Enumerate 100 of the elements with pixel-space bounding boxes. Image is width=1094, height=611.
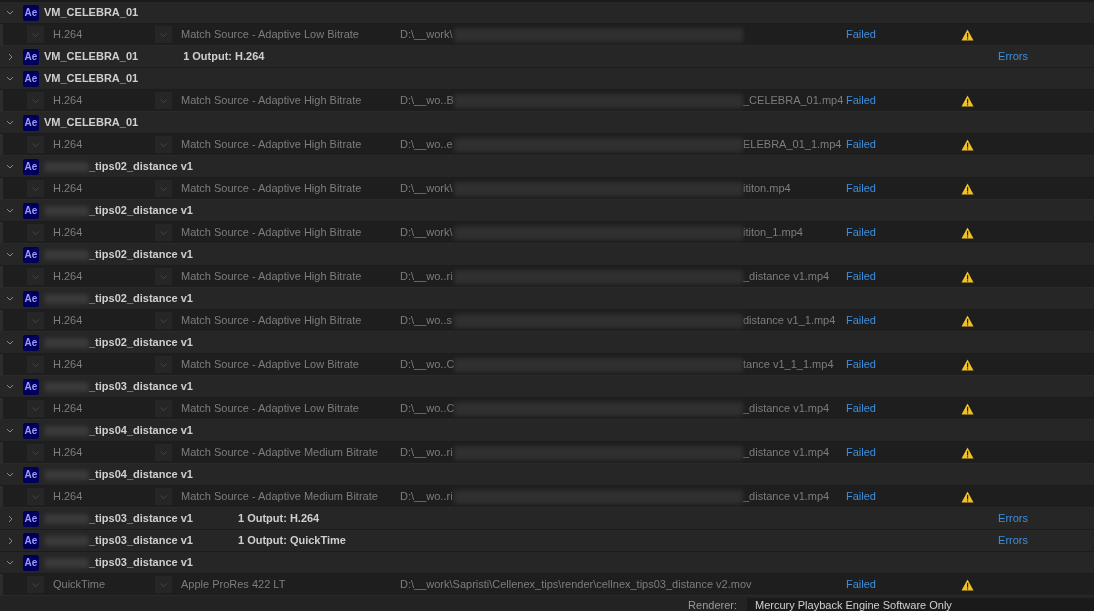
format-label[interactable]: H.264 bbox=[53, 92, 155, 109]
source-name: _tips02_distance v1 bbox=[89, 291, 193, 307]
preset-label[interactable]: Match Source - Adaptive High Bitrate bbox=[181, 92, 400, 109]
output-path[interactable]: _CELEBRA_01.mp4 bbox=[743, 92, 844, 109]
dropdown-toggle[interactable] bbox=[27, 444, 44, 461]
format-label[interactable]: H.264 bbox=[53, 224, 155, 241]
dropdown-toggle[interactable] bbox=[27, 576, 44, 593]
output-path[interactable]: distance v1_1.mp4 bbox=[743, 312, 836, 329]
preset-label[interactable]: Match Source - Adaptive High Bitrate bbox=[181, 136, 400, 153]
dropdown-toggle[interactable] bbox=[27, 268, 44, 285]
output-path[interactable]: ititon.mp4 bbox=[743, 180, 791, 197]
format-label[interactable]: H.264 bbox=[53, 312, 155, 329]
preset-label[interactable]: Apple ProRes 422 LT bbox=[181, 576, 400, 593]
output-path[interactable]: _distance v1.mp4 bbox=[743, 444, 830, 461]
output-path[interactable]: D:\__wo..ri bbox=[400, 268, 454, 285]
status-link[interactable]: Failed bbox=[846, 356, 961, 373]
output-path[interactable]: _distance v1.mp4 bbox=[743, 488, 830, 505]
dropdown-toggle[interactable] bbox=[155, 136, 172, 153]
format-label[interactable]: H.264 bbox=[53, 488, 155, 505]
format-label[interactable]: H.264 bbox=[53, 268, 155, 285]
preset-label[interactable]: Match Source - Adaptive Medium Bitrate bbox=[181, 488, 400, 505]
dropdown-toggle[interactable] bbox=[27, 26, 44, 43]
format-label[interactable]: H.264 bbox=[53, 136, 155, 153]
output-path[interactable]: D:\__wo..ri bbox=[400, 488, 454, 505]
app-badge: Ae bbox=[23, 70, 39, 87]
status-link[interactable]: Failed bbox=[846, 488, 961, 505]
dropdown-toggle[interactable] bbox=[27, 356, 44, 373]
output-path[interactable]: _distance v1.mp4 bbox=[743, 268, 830, 285]
errors-link[interactable]: Errors bbox=[998, 532, 1028, 549]
output-path[interactable]: D:\__wo..B bbox=[400, 92, 454, 109]
output-path[interactable]: D:\__work\Sapristi\Cellenex_tips\render\cellnex_tips03_distance v2.mov bbox=[400, 576, 752, 593]
dropdown-toggle[interactable] bbox=[155, 312, 172, 329]
dropdown-toggle[interactable] bbox=[155, 576, 172, 593]
status-link[interactable]: Failed bbox=[846, 180, 961, 197]
dropdown-toggle[interactable] bbox=[155, 444, 172, 461]
dropdown-toggle[interactable] bbox=[155, 180, 172, 197]
output-path[interactable]: tance v1_1_1.mp4 bbox=[743, 356, 834, 373]
output-path[interactable]: ititon_1.mp4 bbox=[743, 224, 803, 241]
dropdown-toggle[interactable] bbox=[155, 224, 172, 241]
dropdown-toggle[interactable] bbox=[155, 356, 172, 373]
preset-label[interactable]: Match Source - Adaptive High Bitrate bbox=[181, 224, 400, 241]
app-badge: Ae bbox=[23, 48, 39, 65]
warning-icon bbox=[961, 94, 974, 107]
dropdown-toggle[interactable] bbox=[155, 400, 172, 417]
output-path[interactable]: D:\__wo..e bbox=[400, 136, 454, 153]
caret-down-icon bbox=[160, 582, 167, 587]
preset-label[interactable]: Match Source - Adaptive High Bitrate bbox=[181, 312, 400, 329]
dropdown-toggle[interactable] bbox=[27, 400, 44, 417]
preset-label[interactable]: Match Source - Adaptive High Bitrate bbox=[181, 268, 400, 285]
warning-icon bbox=[961, 28, 974, 41]
app-badge: Ae bbox=[23, 422, 39, 439]
output-path[interactable]: D:\__wo..ri bbox=[400, 444, 454, 461]
status-link[interactable]: Failed bbox=[846, 444, 961, 461]
preset-label[interactable]: Match Source - Adaptive Low Bitrate bbox=[181, 356, 400, 373]
status-link[interactable]: Failed bbox=[846, 268, 961, 285]
output-path[interactable]: D:\__work\ bbox=[400, 224, 454, 241]
chevron-down-icon bbox=[6, 560, 14, 565]
output-path[interactable]: D:\__work\ bbox=[400, 26, 454, 43]
dropdown-toggle[interactable] bbox=[155, 268, 172, 285]
preset-label[interactable]: Match Source - Adaptive Low Bitrate bbox=[181, 26, 400, 43]
dropdown-toggle[interactable] bbox=[27, 92, 44, 109]
dropdown-toggle[interactable] bbox=[155, 488, 172, 505]
dropdown-toggle[interactable] bbox=[27, 224, 44, 241]
dropdown-toggle[interactable] bbox=[27, 180, 44, 197]
status-link[interactable]: Failed bbox=[846, 400, 961, 417]
chevron-down-icon bbox=[6, 296, 14, 301]
app-badge: Ae bbox=[23, 554, 39, 571]
output-path[interactable]: _distance v1.mp4 bbox=[743, 400, 830, 417]
status-link[interactable]: Failed bbox=[846, 136, 961, 153]
app-badge: Ae bbox=[23, 466, 39, 483]
dropdown-toggle[interactable] bbox=[27, 488, 44, 505]
status-link[interactable]: Failed bbox=[846, 92, 961, 109]
errors-link[interactable]: Errors bbox=[998, 48, 1028, 65]
preset-label[interactable]: Match Source - Adaptive Medium Bitrate bbox=[181, 444, 400, 461]
dropdown-toggle[interactable] bbox=[155, 26, 172, 43]
source-name: _tips03_distance v1 bbox=[89, 533, 193, 549]
preset-label[interactable]: Match Source - Adaptive High Bitrate bbox=[181, 180, 400, 197]
dropdown-toggle[interactable] bbox=[27, 312, 44, 329]
status-link[interactable]: Failed bbox=[846, 224, 961, 241]
errors-link[interactable]: Errors bbox=[998, 510, 1028, 527]
output-path[interactable]: D:\__wo..s bbox=[400, 312, 454, 329]
warning-icon bbox=[961, 226, 974, 239]
output-path[interactable]: D:\__wo..C bbox=[400, 356, 454, 373]
format-label[interactable]: QuickTime bbox=[53, 576, 155, 593]
format-label[interactable]: H.264 bbox=[53, 356, 155, 373]
preset-label[interactable]: Match Source - Adaptive Low Bitrate bbox=[181, 400, 400, 417]
status-link[interactable]: Failed bbox=[846, 312, 961, 329]
format-label[interactable]: H.264 bbox=[53, 180, 155, 197]
output-path[interactable]: D:\__wo..C bbox=[400, 400, 454, 417]
dropdown-toggle[interactable] bbox=[27, 136, 44, 153]
format-label[interactable]: H.264 bbox=[53, 400, 155, 417]
dropdown-toggle[interactable] bbox=[155, 92, 172, 109]
output-path[interactable]: D:\__work\ bbox=[400, 180, 454, 197]
status-link[interactable]: Failed bbox=[846, 576, 961, 593]
caret-down-icon bbox=[160, 98, 167, 103]
status-link[interactable]: Failed bbox=[846, 26, 961, 43]
renderer-dropdown[interactable]: Mercury Playback Engine Software Only bbox=[747, 598, 1094, 611]
format-label[interactable]: H.264 bbox=[53, 444, 155, 461]
format-label[interactable]: H.264 bbox=[53, 26, 155, 43]
output-path[interactable]: ELEBRA_01_1.mp4 bbox=[743, 136, 842, 153]
